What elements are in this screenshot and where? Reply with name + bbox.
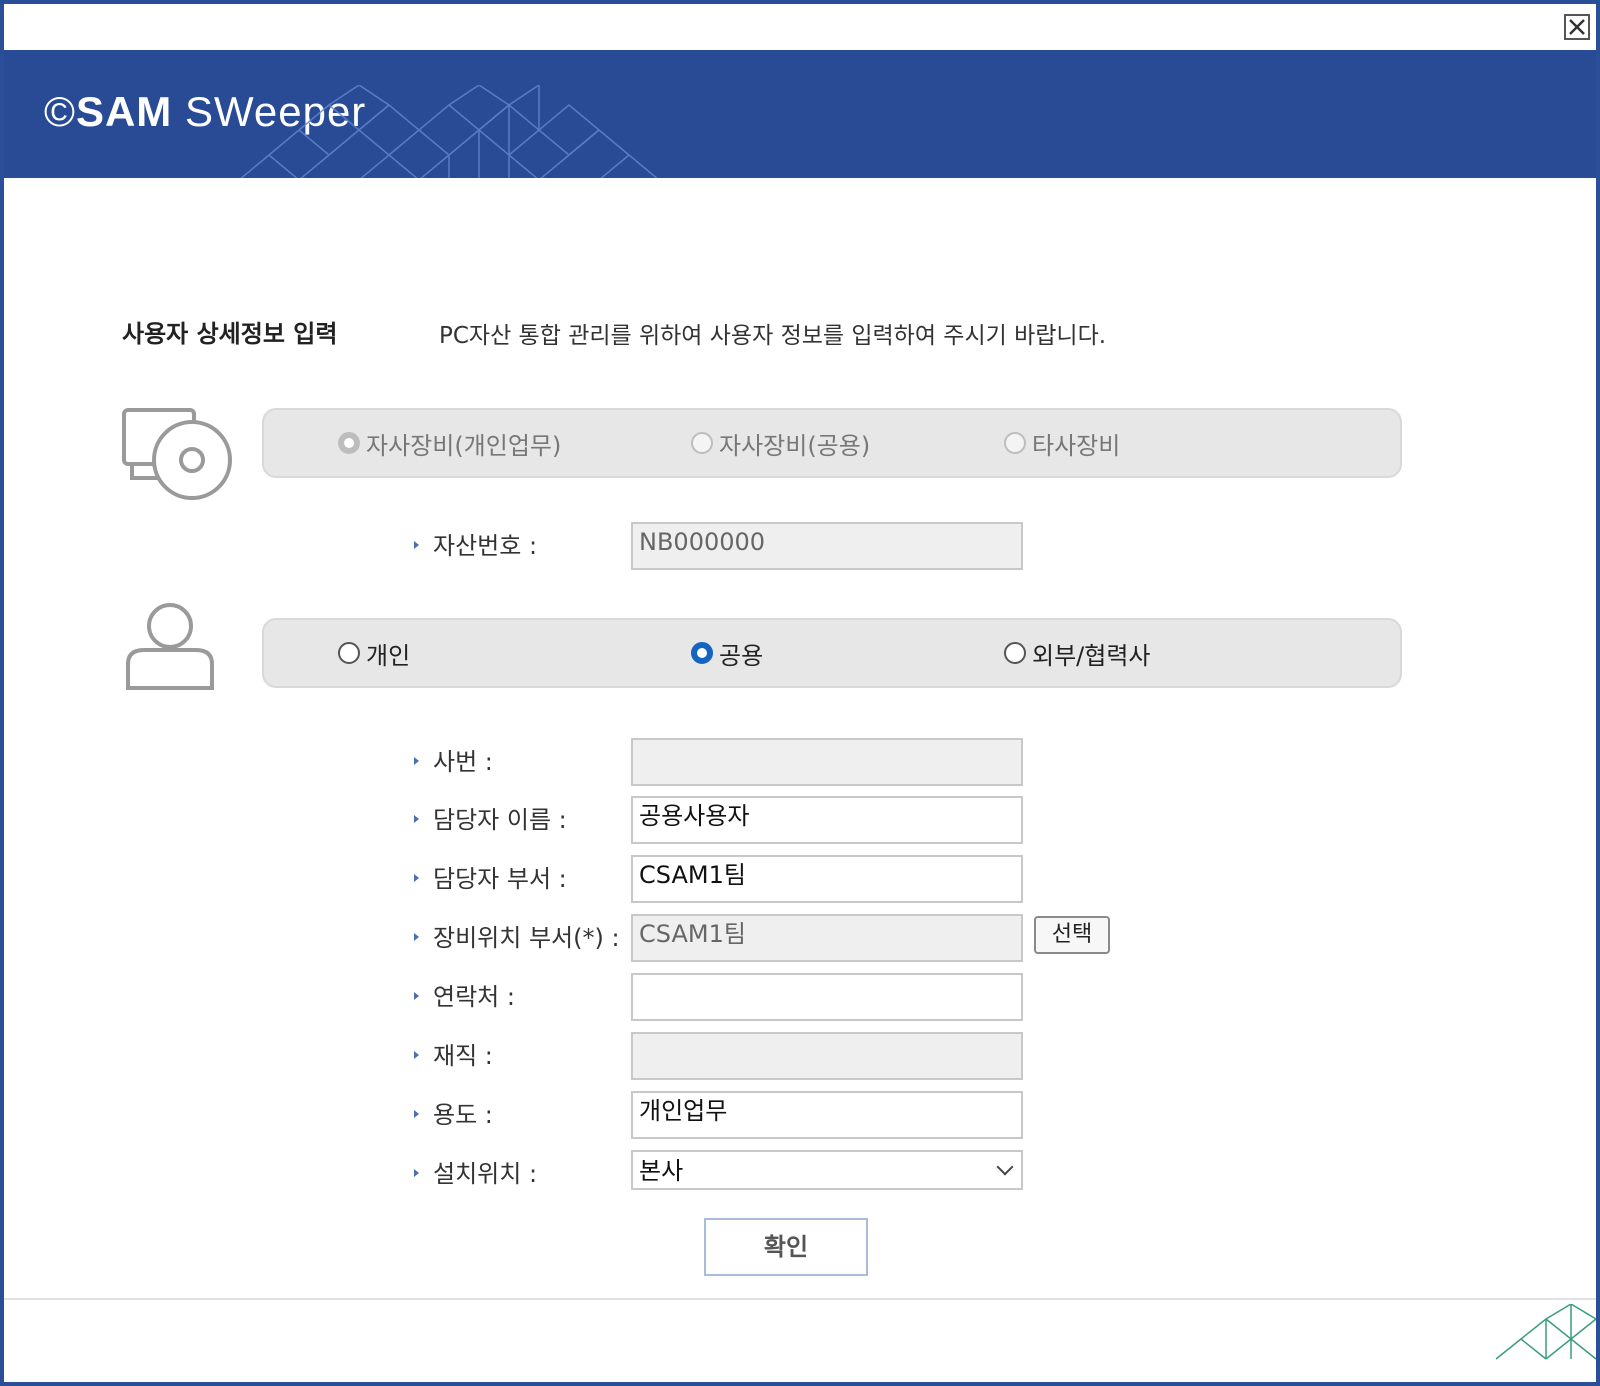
asset-number-field: NB000000 <box>631 522 1023 570</box>
employee-no-field <box>631 738 1023 786</box>
radio-button[interactable] <box>338 432 360 454</box>
dialog-window: ©SAM SWeeper 사용자 상세정보 입력 PC자산 통합 관리를 위하여… <box>0 0 1600 1386</box>
asset-number-label: 자산번호 : <box>433 532 538 560</box>
bullet-icon <box>414 992 419 1000</box>
bullet-icon <box>414 1110 419 1118</box>
install-location-label: 설치위치 : <box>433 1160 538 1188</box>
usage-label: 용도 : <box>433 1101 493 1129</box>
brand-banner: ©SAM SWeeper <box>4 50 1596 178</box>
usage-field[interactable]: 개인업무 <box>631 1091 1023 1139</box>
bullet-icon <box>414 541 419 549</box>
radio-button[interactable] <box>691 642 713 664</box>
employment-field <box>631 1032 1023 1080</box>
radio-equipment-external[interactable]: 타사장비 <box>1004 410 1120 476</box>
select-dept-button[interactable]: 선택 <box>1034 916 1110 954</box>
manager-dept-label: 담당자 부서 : <box>433 865 567 893</box>
grid-pattern-decoration <box>1496 1304 1596 1360</box>
page-description: PC자산 통합 관리를 위하여 사용자 정보를 입력하여 주시기 바랍니다. <box>439 323 1107 349</box>
bullet-icon <box>414 933 419 941</box>
radio-label: 자사장비(개인업무) <box>366 431 562 460</box>
monitor-disc-icon <box>122 408 232 504</box>
bullet-icon <box>414 1169 419 1177</box>
employee-no-label: 사번 : <box>433 748 493 776</box>
radio-label: 타사장비 <box>1032 431 1121 460</box>
radio-user-personal[interactable]: 개인 <box>338 620 410 686</box>
bullet-icon <box>414 1051 419 1059</box>
location-dept-label: 장비위치 부서(*) : <box>433 924 620 952</box>
close-icon[interactable] <box>1564 14 1590 40</box>
radio-button[interactable] <box>338 642 360 664</box>
radio-button[interactable] <box>1004 432 1026 454</box>
install-location-value: 본사 <box>639 1157 684 1185</box>
contact-label: 연락처 : <box>433 983 515 1011</box>
confirm-button[interactable]: 확인 <box>704 1218 868 1276</box>
manager-dept-field[interactable]: CSAM1팀 <box>631 855 1023 903</box>
radio-equipment-personal[interactable]: 자사장비(개인업무) <box>338 410 561 476</box>
employment-label: 재직 : <box>433 1042 493 1070</box>
radio-button[interactable] <box>1004 642 1026 664</box>
bullet-icon <box>414 815 419 823</box>
user-icon <box>124 602 218 696</box>
chevron-down-icon <box>996 1158 1014 1176</box>
radio-label: 개인 <box>366 641 411 670</box>
footer-divider <box>4 1298 1596 1300</box>
radio-equipment-shared[interactable]: 자사장비(공용) <box>691 410 870 476</box>
contact-field[interactable] <box>631 973 1023 1021</box>
bullet-icon <box>414 757 419 765</box>
radio-label: 자사장비(공용) <box>719 431 871 460</box>
bullet-icon <box>414 874 419 882</box>
location-dept-field: CSAM1팀 <box>631 914 1023 962</box>
radio-label: 공용 <box>719 641 764 670</box>
user-type-group: 개인 공용 외부/협력사 <box>262 618 1402 688</box>
radio-label: 외부/협력사 <box>1032 641 1151 670</box>
title-bar <box>4 4 1596 50</box>
radio-user-external[interactable]: 외부/협력사 <box>1004 620 1151 686</box>
equipment-type-group: 자사장비(개인업무) 자사장비(공용) 타사장비 <box>262 408 1402 478</box>
radio-button[interactable] <box>691 432 713 454</box>
radio-user-shared[interactable]: 공용 <box>691 620 763 686</box>
manager-name-label: 담당자 이름 : <box>433 806 567 834</box>
install-location-select[interactable]: 본사 <box>631 1150 1023 1190</box>
page-title: 사용자 상세정보 입력 <box>122 320 338 348</box>
grid-pattern-decoration <box>240 85 658 178</box>
manager-name-field[interactable]: 공용사용자 <box>631 796 1023 844</box>
